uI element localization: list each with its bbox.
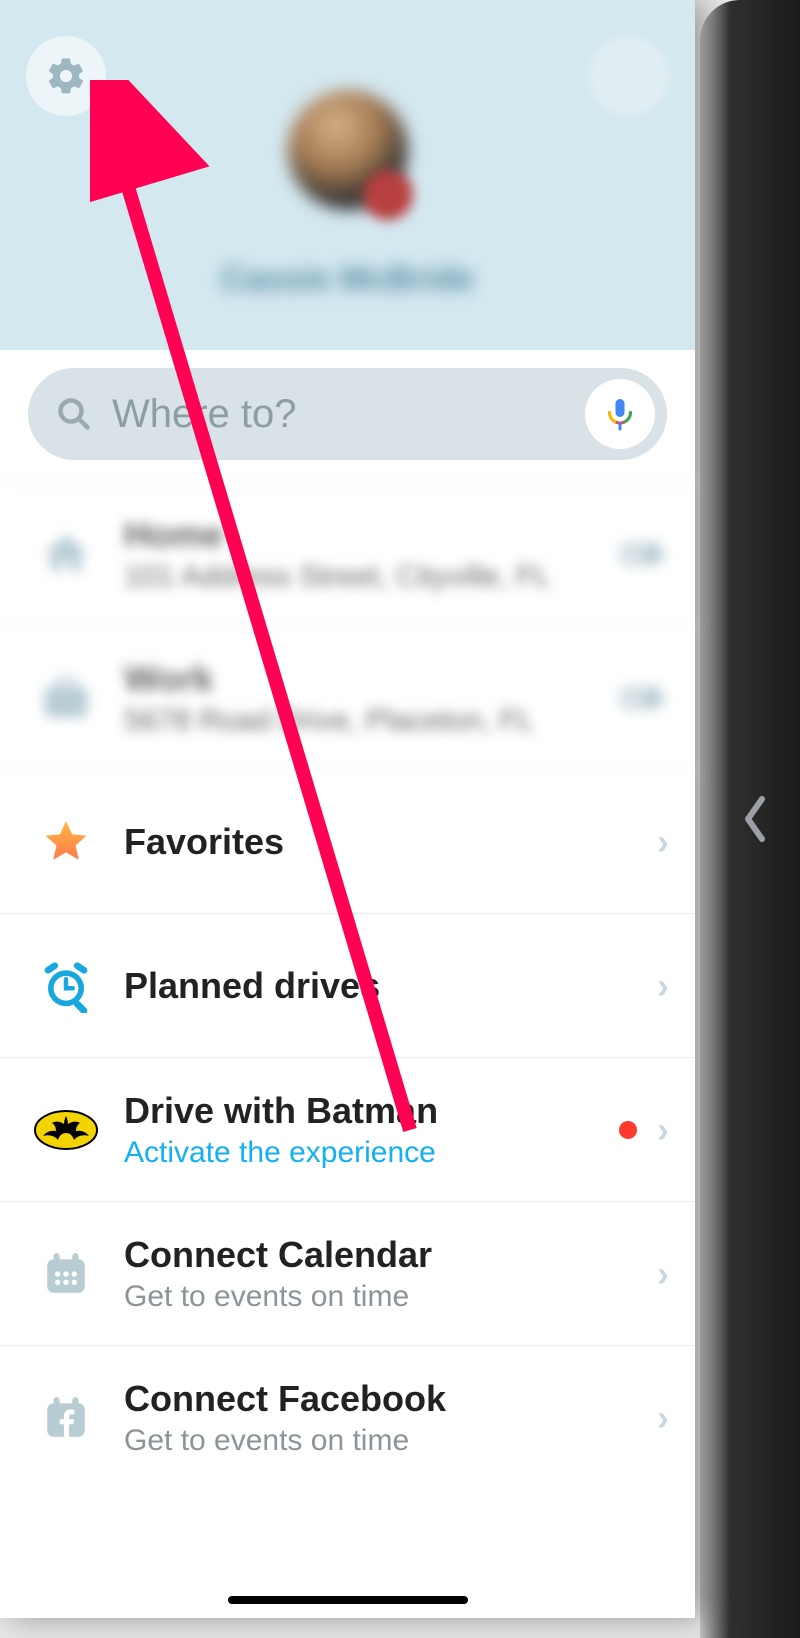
chevron-right-icon: › — [657, 965, 669, 1007]
work-toggle[interactable] — [617, 685, 665, 711]
connect-facebook-row[interactable]: Connect Facebook Get to events on time › — [0, 1346, 695, 1490]
planned-drives-label: Planned drives — [124, 965, 657, 1007]
calendar-facebook-icon — [41, 1393, 91, 1443]
side-menu-panel: Cassie McBride Where to? — [0, 0, 695, 1618]
avatar-mood-badge — [363, 170, 413, 220]
search-bar[interactable]: Where to? — [28, 368, 667, 460]
home-address: 101 Address Street, Cityville, FL — [124, 560, 617, 594]
search-section: Where to? — [0, 350, 695, 482]
favorites-row[interactable]: Favorites › — [0, 770, 695, 914]
chevron-right-icon: › — [657, 1253, 669, 1295]
facebook-label: Connect Facebook — [124, 1378, 657, 1420]
header-right-button[interactable] — [589, 36, 669, 116]
favorites-label: Favorites — [124, 821, 657, 863]
chevron-right-icon: › — [657, 1397, 669, 1439]
background-phone — [700, 0, 800, 1638]
search-icon — [56, 396, 92, 432]
saved-place-work-row[interactable]: Work 5678 Road Drive, Placeton, FL — [0, 626, 695, 770]
batman-sub: Activate the experience — [124, 1136, 619, 1170]
batman-label: Drive with Batman — [124, 1090, 619, 1132]
chevron-right-icon: › — [657, 821, 669, 863]
gear-icon — [45, 55, 87, 97]
notification-dot — [619, 1121, 637, 1139]
star-icon — [41, 817, 91, 867]
username-label[interactable]: Cassie McBride — [221, 260, 474, 299]
batman-row[interactable]: Drive with Batman Activate the experienc… — [0, 1058, 695, 1202]
home-indicator[interactable] — [228, 1596, 468, 1604]
home-toggle[interactable] — [617, 541, 665, 567]
settings-button[interactable] — [26, 36, 106, 116]
mic-icon — [602, 396, 638, 432]
calendar-label: Connect Calendar — [124, 1234, 657, 1276]
calendar-icon — [41, 1249, 91, 1299]
facebook-sub: Get to events on time — [124, 1424, 657, 1458]
voice-search-button[interactable] — [585, 379, 655, 449]
chevron-right-icon: › — [657, 1109, 669, 1151]
planned-drives-row[interactable]: Planned drives › — [0, 914, 695, 1058]
profile-header: Cassie McBride — [0, 0, 695, 350]
saved-place-home-row[interactable]: Home 101 Address Street, Cityville, FL — [0, 482, 695, 626]
work-label: Work — [124, 658, 617, 700]
menu-list: Home 101 Address Street, Cityville, FL W… — [0, 482, 695, 1618]
home-icon — [40, 528, 92, 580]
search-placeholder: Where to? — [112, 392, 565, 437]
phone-back-chevron-icon — [740, 794, 770, 844]
home-label: Home — [124, 514, 617, 556]
calendar-sub: Get to events on time — [124, 1280, 657, 1314]
clock-alarm-icon — [39, 959, 93, 1013]
briefcase-icon — [40, 674, 92, 722]
connect-calendar-row[interactable]: Connect Calendar Get to events on time › — [0, 1202, 695, 1346]
work-address: 5678 Road Drive, Placeton, FL — [124, 704, 617, 738]
batman-icon — [34, 1110, 98, 1150]
